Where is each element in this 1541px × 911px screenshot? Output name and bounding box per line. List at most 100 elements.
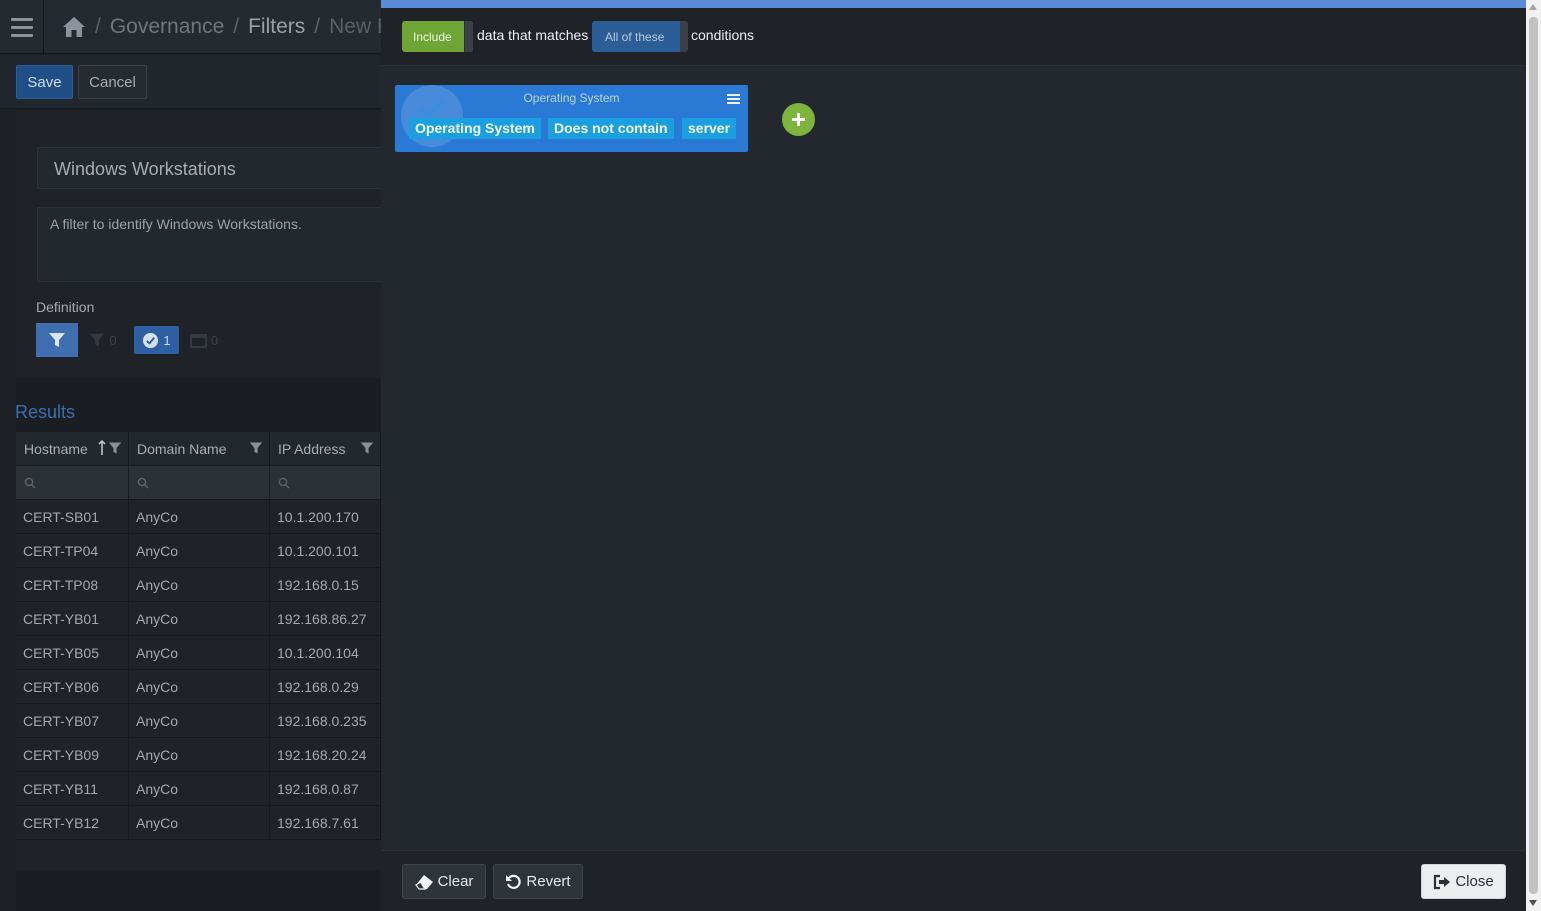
filter-definition-modal: Include data that matches All of these c…	[381, 0, 1526, 911]
filter-icon[interactable]	[360, 441, 374, 455]
ip-address-cell: 192.168.7.61	[270, 806, 381, 839]
home-icon[interactable]	[62, 16, 86, 38]
match-mode-toggle[interactable]: All of these	[592, 21, 688, 52]
condition-value-chip[interactable]: server	[682, 118, 737, 139]
condition-title: Operating System	[523, 91, 620, 105]
column-header-hostname[interactable]: Hostname	[16, 432, 129, 465]
hostname-cell: CERT-YB05	[16, 636, 129, 669]
matches-text: data that matches	[477, 27, 589, 43]
modal-scrollbar[interactable]	[1526, 0, 1541, 911]
grid-header: Hostname Domain Name IP Address	[16, 432, 381, 466]
revert-button[interactable]: Revert	[493, 864, 583, 899]
ip-address-cell: 10.1.200.104	[270, 636, 381, 669]
hostname-cell: CERT-YB01	[16, 602, 129, 635]
hostname-cell: CERT-SB01	[16, 500, 129, 533]
hostname-cell: CERT-YB06	[16, 670, 129, 703]
breadcrumb-separator: /	[233, 15, 240, 38]
filter-icon	[90, 333, 105, 347]
table-row[interactable]: CERT-YB06 AnyCo 192.168.0.29	[16, 670, 381, 704]
undo-icon	[506, 874, 522, 889]
condition-operator-chip[interactable]: Does not contain	[548, 118, 674, 139]
domain-name-cell: AnyCo	[129, 636, 270, 669]
domain-name-cell: AnyCo	[129, 806, 270, 839]
clear-button[interactable]: Clear	[402, 864, 486, 899]
table-row[interactable]: CERT-YB01 AnyCo 192.168.86.27	[16, 602, 381, 636]
filter-count: 0	[109, 332, 117, 348]
table-row[interactable]: CERT-TP08 AnyCo 192.168.0.15	[16, 568, 381, 602]
condition-menu-icon[interactable]	[727, 94, 740, 104]
close-button[interactable]: Close	[1421, 864, 1506, 899]
domain-name-cell: AnyCo	[129, 602, 270, 635]
cancel-button[interactable]: Cancel	[78, 65, 147, 99]
search-icon	[137, 477, 149, 488]
filter-form: Windows Workstations A filter to identif…	[16, 110, 397, 378]
hostname-cell: CERT-YB07	[16, 704, 129, 737]
ip-address-cell: 10.1.200.170	[270, 500, 381, 533]
sign-out-icon	[1434, 874, 1451, 889]
include-toggle-label: Include	[413, 29, 452, 44]
hostname-cell: CERT-YB11	[16, 772, 129, 805]
filter-description-input[interactable]: A filter to identify Windows Workstation…	[37, 207, 397, 282]
ip-address-cell: 192.168.20.24	[270, 738, 381, 771]
domain-name-cell: AnyCo	[129, 534, 270, 567]
breadcrumb-filters[interactable]: Filters	[248, 15, 305, 39]
column-header-ip-address[interactable]: IP Address	[270, 432, 381, 465]
table-row[interactable]: CERT-TP04 AnyCo 10.1.200.101	[16, 534, 381, 568]
ip-address-cell: 192.168.0.29	[270, 670, 381, 703]
table-row[interactable]: CERT-YB07 AnyCo 192.168.0.235	[16, 704, 381, 738]
hostname-cell: CERT-TP04	[16, 534, 129, 567]
modal-footer: Clear Revert Close	[381, 850, 1526, 911]
definition-label: Definition	[36, 299, 95, 315]
domain-name-cell: AnyCo	[129, 670, 270, 703]
search-icon	[24, 477, 36, 488]
filter-icon[interactable]	[249, 441, 263, 455]
ip-address-cell: 192.168.0.15	[270, 568, 381, 601]
domain-name-cell: AnyCo	[129, 738, 270, 771]
ip-address-cell: 192.168.0.235	[270, 704, 381, 737]
ip-search-input[interactable]	[270, 466, 381, 499]
domain-name-cell: AnyCo	[129, 704, 270, 737]
domain-search-input[interactable]	[129, 466, 270, 499]
sub-filter-tool-button[interactable]: 0	[82, 323, 124, 357]
table-row[interactable]: CERT-YB05 AnyCo 10.1.200.104	[16, 636, 381, 670]
condition-card[interactable]: Operating System Operating System Does n…	[395, 85, 748, 152]
table-row[interactable]: CERT-YB09 AnyCo 192.168.20.24	[16, 738, 381, 772]
schedule-tool-button[interactable]: 0	[183, 323, 225, 357]
hostname-cell: CERT-TP08	[16, 568, 129, 601]
domain-name-cell: AnyCo	[129, 568, 270, 601]
scroll-thumb[interactable]	[1529, 17, 1538, 894]
sort-asc-icon[interactable]	[98, 440, 106, 456]
table-row[interactable]: CERT-YB12 AnyCo 192.168.7.61	[16, 806, 381, 840]
domain-name-cell: AnyCo	[129, 500, 270, 533]
ip-address-cell: 192.168.86.27	[270, 602, 381, 635]
scroll-down-arrow[interactable]	[1529, 900, 1537, 906]
plus-icon	[792, 113, 805, 126]
filter-name-input[interactable]: Windows Workstations	[37, 147, 397, 189]
scroll-up-arrow[interactable]	[1529, 4, 1537, 10]
hamburger-icon[interactable]	[0, 0, 44, 54]
conditions-text: conditions	[691, 27, 755, 43]
add-condition-button[interactable]	[782, 103, 815, 136]
breadcrumb-governance[interactable]: Governance	[110, 15, 224, 39]
table-row[interactable]: CERT-YB11 AnyCo 192.168.0.87	[16, 772, 381, 806]
conditions-tool-button[interactable]: 1	[134, 326, 179, 354]
modal-header: Include data that matches All of these c…	[381, 8, 1526, 66]
filter-tool-button[interactable]	[36, 323, 78, 357]
breadcrumb-separator: /	[314, 15, 321, 38]
domain-name-cell: AnyCo	[129, 772, 270, 805]
condition-field-chip[interactable]: Operating System	[409, 118, 541, 139]
check-circle-icon	[143, 332, 159, 348]
column-header-domain-name[interactable]: Domain Name	[129, 432, 270, 465]
hostname-cell: CERT-YB09	[16, 738, 129, 771]
include-toggle[interactable]: Include	[402, 21, 473, 52]
save-button[interactable]: Save	[16, 65, 73, 99]
grid-footer	[16, 840, 381, 870]
table-row[interactable]: CERT-SB01 AnyCo 10.1.200.170	[16, 500, 381, 534]
hostname-search-input[interactable]	[16, 466, 129, 499]
breadcrumb: / Governance / Filters / New Fil	[62, 0, 399, 54]
eraser-icon	[414, 874, 433, 890]
filter-icon[interactable]	[108, 441, 122, 455]
hostname-cell: CERT-YB12	[16, 806, 129, 839]
results-title: Results	[15, 402, 76, 422]
grid-body: CERT-SB01 AnyCo 10.1.200.170 CERT-TP04 AnyCo…	[16, 500, 381, 840]
